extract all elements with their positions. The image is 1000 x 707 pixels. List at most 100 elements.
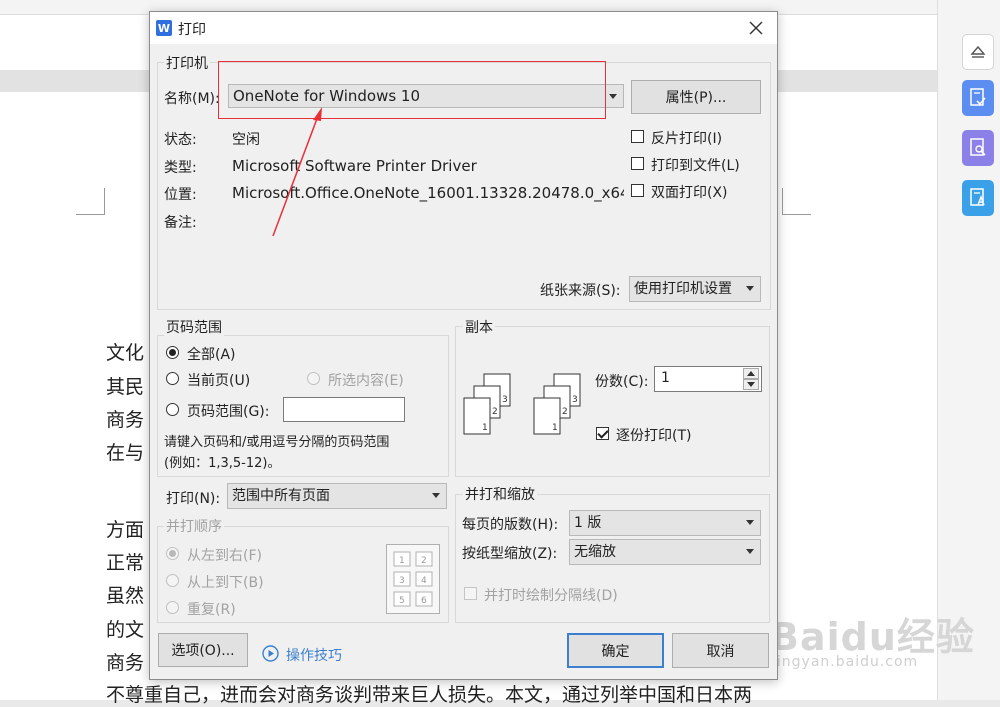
page-order-preview-icon: 1 2 3 4 5 6	[386, 544, 440, 614]
play-tips-icon	[262, 645, 279, 662]
svg-text:2: 2	[421, 556, 427, 566]
document-text-line: 虽然	[106, 585, 145, 607]
copies-count-label: 份数(C):	[595, 374, 649, 390]
document-text-line: 文化	[106, 342, 145, 364]
chevron-down-icon	[746, 549, 754, 554]
svg-text:2: 2	[492, 407, 498, 417]
doc-translate-button[interactable]	[962, 180, 994, 216]
order-top-to-bottom-label: 从上到下(B)	[187, 575, 264, 591]
printer-group-title: 打印机	[164, 53, 210, 73]
reverse-print-label[interactable]: 反片打印(I)	[651, 128, 722, 148]
document-text-line: 正常	[106, 552, 145, 574]
paper-source-select[interactable]: 使用打印机设置	[629, 276, 761, 302]
type-label: 类型:	[164, 160, 197, 176]
document-text-line: 其民	[106, 376, 145, 398]
print-to-file-label[interactable]: 打印到文件(L)	[651, 155, 740, 175]
range-hint-line2: (例如：1,3,5-12)。	[164, 456, 281, 471]
range-hint-line1: 请键入页码和/或用逗号分隔的页码范围	[164, 435, 390, 450]
zoom-group-title: 并打和缩放	[463, 484, 537, 504]
options-button[interactable]: 选项(O)...	[158, 633, 248, 667]
svg-text:5: 5	[399, 596, 405, 606]
spinner-arrows-icon	[743, 368, 759, 390]
reverse-print-checkbox[interactable]	[631, 130, 644, 143]
chevron-down-icon	[609, 94, 617, 99]
svg-text:2: 2	[562, 407, 568, 417]
svg-text:1: 1	[399, 556, 405, 566]
doc-check-button[interactable]	[962, 80, 994, 116]
document-text-line: 方面	[106, 519, 145, 541]
order-top-to-bottom-radio[interactable]	[166, 574, 179, 587]
document-text-line: 在与	[106, 442, 145, 464]
properties-button[interactable]: 属性(P)...	[631, 80, 761, 114]
title-bar: W 打印	[150, 12, 777, 44]
ok-button[interactable]: 确定	[567, 633, 664, 668]
svg-text:3: 3	[399, 576, 405, 586]
document-text-line: 商务	[106, 409, 145, 431]
chevron-down-icon	[746, 286, 754, 291]
print-to-file-checkbox[interactable]	[631, 157, 644, 170]
svg-text:3: 3	[502, 395, 508, 405]
document-check-icon	[970, 88, 986, 106]
watermark-brand: Baidu经验	[770, 615, 975, 659]
range-selection-label: 所选内容(E)	[328, 373, 404, 389]
collate-checkbox[interactable]	[596, 427, 609, 440]
range-selection-radio[interactable]	[307, 372, 320, 385]
print-what-select[interactable]: 范围中所有页面	[227, 483, 447, 509]
doc-search-button[interactable]	[962, 130, 994, 166]
eject-button[interactable]	[962, 34, 994, 70]
document-translate-icon	[970, 188, 985, 206]
printer-name-label: 名称(M):	[164, 91, 220, 107]
paper-source-label: 纸张来源(S):	[540, 283, 621, 299]
status-label: 状态:	[164, 132, 197, 148]
copies-group-title: 副本	[463, 317, 495, 337]
scale-select[interactable]: 无缩放	[569, 539, 761, 565]
pages-per-sheet-select[interactable]: 1 版	[569, 510, 761, 536]
duplex-print-checkbox[interactable]	[631, 184, 644, 197]
scale-value: 无缩放	[574, 544, 616, 560]
document-text-line: 不尊重自己，进而会对商务谈判带来巨人损失。本文，通过列举中国和日本两	[106, 684, 753, 706]
pages-per-sheet-label: 每页的版数(H):	[462, 517, 559, 533]
document-text-line: 商务	[106, 652, 145, 674]
range-pages-radio[interactable]	[166, 403, 179, 416]
collate-label[interactable]: 逐份打印(T)	[616, 425, 691, 445]
order-repeat-label: 重复(R)	[187, 602, 236, 618]
draw-borders-checkbox[interactable]	[464, 587, 477, 600]
duplex-print-label[interactable]: 双面打印(X)	[651, 182, 728, 202]
document-text-line: 的文	[106, 619, 145, 641]
svg-text:4: 4	[421, 576, 427, 586]
svg-text:6: 6	[421, 596, 427, 606]
svg-text:1: 1	[552, 423, 558, 433]
order-left-to-right-radio[interactable]	[166, 547, 179, 560]
annotation-highlight-box	[218, 61, 606, 119]
collate-order-group-title: 并打顺序	[164, 516, 224, 536]
location-value: Microsoft.Office.OneNote_16001.13328.204…	[232, 184, 624, 202]
watermark: Baidu经验 jingyan.baidu.com	[770, 606, 980, 686]
watermark-site: jingyan.baidu.com	[772, 654, 919, 670]
close-button[interactable]	[742, 14, 770, 42]
collated-copies-icon: 321	[463, 373, 511, 435]
status-value: 空闲	[232, 132, 260, 148]
range-all-label[interactable]: 全部(A)	[187, 344, 236, 364]
chevron-down-icon	[746, 520, 754, 525]
tips-link[interactable]: 操作技巧	[286, 645, 342, 665]
range-current-label[interactable]: 当前页(U)	[187, 370, 250, 390]
range-current-radio[interactable]	[166, 372, 179, 385]
page-range-group-title: 页码范围	[164, 317, 224, 337]
range-all-radio[interactable]	[166, 346, 179, 359]
draw-borders-label: 并打时绘制分隔线(D)	[484, 588, 618, 604]
order-repeat-radio[interactable]	[166, 601, 179, 614]
type-value: Microsoft Software Printer Driver	[232, 157, 477, 175]
page-range-input[interactable]	[283, 397, 405, 422]
cancel-button[interactable]: 取消	[672, 633, 769, 668]
dialog-title: 打印	[178, 22, 206, 38]
margin-mark-left	[76, 188, 105, 215]
range-pages-label[interactable]: 页码范围(G):	[187, 401, 270, 421]
eject-icon	[970, 45, 986, 58]
svg-text:1: 1	[482, 423, 488, 433]
chevron-down-icon	[432, 493, 440, 498]
wps-writer-icon: W	[156, 20, 172, 36]
comment-label: 备注:	[164, 215, 197, 231]
paper-source-value: 使用打印机设置	[634, 281, 732, 297]
right-toolbar	[937, 0, 1000, 700]
copies-spinner[interactable]	[743, 368, 759, 390]
